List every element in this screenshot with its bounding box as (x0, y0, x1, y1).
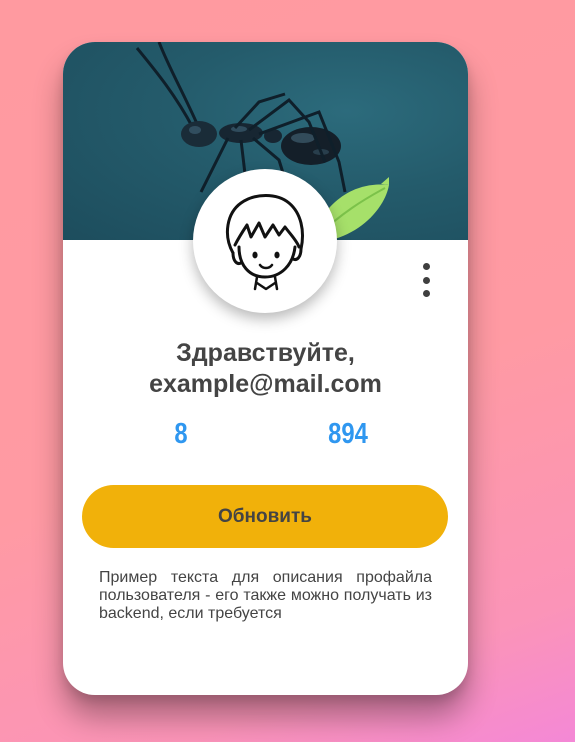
greeting-title: Здравствуйте, (176, 339, 355, 367)
cartoon-avatar-icon (225, 194, 304, 291)
more-vertical-icon[interactable] (418, 263, 434, 297)
user-email: example@mail.com (149, 370, 382, 398)
profile-card: Здравствуйте, example@mail.com 8 894 Обн… (63, 42, 468, 695)
stat-value-first: 8 (174, 418, 188, 450)
stat-value-second: 894 (328, 418, 368, 450)
avatar[interactable] (193, 169, 337, 313)
menu-dot (422, 276, 430, 284)
update-button[interactable]: Обновить (82, 485, 448, 548)
greeting: Здравствуйте, example@mail.com (63, 338, 468, 400)
profile-description: Пример текста для описания профайла поль… (99, 569, 432, 622)
menu-dot (422, 290, 430, 297)
menu-dot (422, 263, 430, 270)
